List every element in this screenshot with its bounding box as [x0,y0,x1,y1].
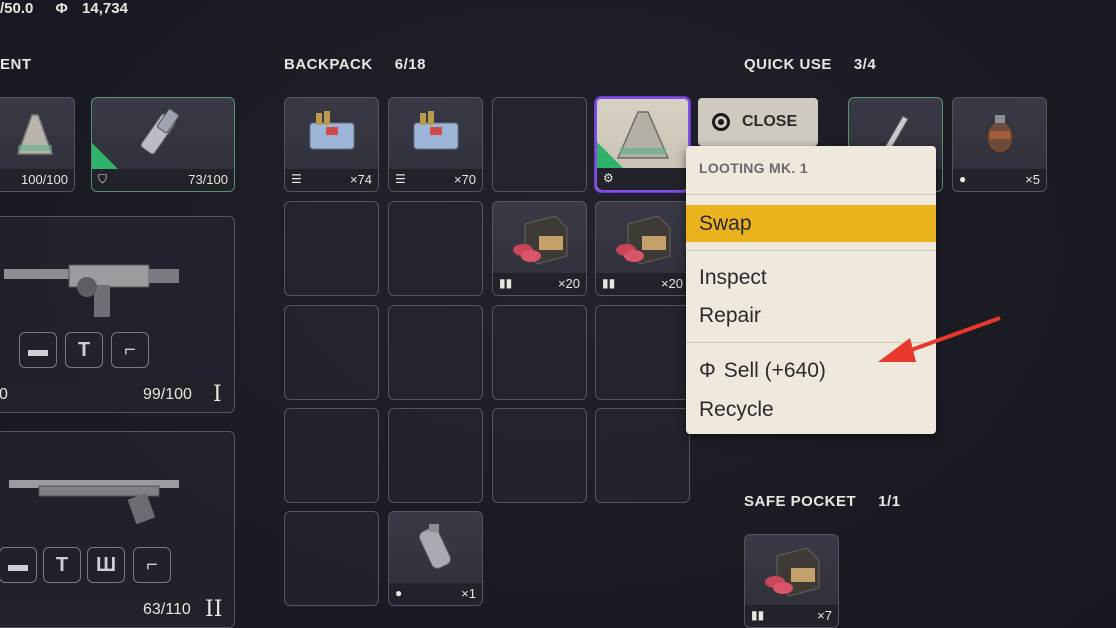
backpack-slot-empty[interactable] [492,97,587,192]
backpack-header: BACKPACK 6/18 [284,56,426,73]
ammo-icon: ▮▮ [751,608,765,622]
currency-icon: Φ [699,359,716,382]
backpack-slot-empty[interactable] [595,408,690,503]
stock-mod-slot-2[interactable]: ⌐ [133,547,171,583]
backpack-slot[interactable]: ☰ ×70 [388,97,483,192]
quick-item-qty: ×5 [1025,172,1040,187]
muzzle-mod-slot[interactable]: ▬ [19,332,57,368]
ammo-pack-icon [389,98,482,169]
shield-durability: 73/100 [188,172,228,187]
backpack-slot-empty[interactable] [492,408,587,503]
grenade-icon: ● [395,586,403,600]
backpack-slot-empty[interactable] [284,511,379,606]
backpack-slot-empty[interactable] [595,305,690,400]
weapon-slot-2[interactable]: ▬ T Ш ⌐ 63/110 II [0,431,235,628]
stock-mod-slot[interactable]: ⌐ [111,332,149,368]
shells-box-icon [596,202,689,273]
magazine-mod-slot-2[interactable]: Ш [87,547,125,583]
rifle-icon [4,264,179,317]
arrow-icon [878,316,1001,362]
weapon1-durability: 99/100 [143,386,192,403]
context-menu: LOOTING MK. 1 Swap Inspect Repair Φ Sell … [686,146,936,434]
backpack-slot[interactable]: ▮▮ ×20 [492,201,587,296]
augment-icon [0,98,74,169]
backpack-slot-empty[interactable] [284,201,379,296]
item-qty: ×20 [660,276,683,291]
grenade-item-icon [953,98,1046,169]
grenade-item-icon [389,512,482,583]
currency-text: 14,734 [82,0,128,17]
backpack-slot[interactable]: ▮▮ ×20 [595,201,690,296]
quick-use-slot[interactable]: ● ×5 [952,97,1047,192]
menu-recycle[interactable]: Recycle [699,398,774,422]
safe-pocket-header: SAFE POCKET 1/1 [744,493,901,510]
item-qty: ×20 [557,276,580,291]
backpack-title: BACKPACK [284,56,373,73]
underbarrel-mod-slot[interactable]: T [65,332,103,368]
safe-pocket-slot[interactable]: ▮▮ ×7 [744,534,839,628]
muzzle-mod-slot-2[interactable]: ▬ [0,547,37,583]
backpack-slot-empty[interactable] [284,408,379,503]
shells-box-icon [493,202,586,273]
backpack-slot-selected[interactable]: ⚙ [595,97,690,192]
menu-sell[interactable]: Φ Sell (+640) [699,359,826,383]
augment-durability: 100/100 [21,172,68,187]
weapon1-slot-numeral: I [213,382,222,407]
weapon1-left-value: 0 [0,386,8,403]
augment-slot[interactable]: 100/100 [0,97,75,192]
backpack-slot-empty[interactable] [388,305,483,400]
weapon-slot-1[interactable]: ▬ T ⌐ 0 99/100 I [0,216,235,413]
list-icon: ☰ [291,172,302,186]
shield-icon: ⛉ [98,172,108,186]
backpack-slot-empty[interactable] [284,305,379,400]
item-qty: ×70 [453,172,476,187]
backpack-slot-empty[interactable] [492,305,587,400]
item-qty: ×74 [349,172,372,187]
menu-sell-label: Sell (+640) [723,359,826,382]
backpack-count: 6/18 [394,56,426,73]
backpack-slot-empty[interactable] [388,201,483,296]
item-qty: ×1 [461,586,476,601]
ammo-pack-icon [285,98,378,169]
grenade-icon: ● [959,172,967,186]
menu-swap[interactable]: Swap [686,205,936,242]
safe-pocket-qty: ×7 [817,608,832,623]
quick-use-header: QUICK USE 3/4 [744,56,876,73]
close-icon [712,113,730,131]
shotgun-icon [9,480,179,525]
ammo-icon: ▮▮ [602,276,616,290]
safe-pocket-count: 1/1 [878,493,901,510]
menu-inspect[interactable]: Inspect [699,266,767,290]
equipment-header: ENT [0,56,32,73]
weapon2-slot-numeral: II [205,597,223,622]
weapon2-durability: 63/110 [143,601,191,618]
menu-divider [686,250,936,251]
backpack-slot[interactable]: ☰ ×74 [284,97,379,192]
backpack-slot-empty[interactable] [388,408,483,503]
menu-title: LOOTING MK. 1 [699,160,808,176]
safe-pocket-title: SAFE POCKET [744,493,857,510]
underbarrel-mod-slot-2[interactable]: T [43,547,81,583]
ammo-icon: ▮▮ [499,276,513,290]
quick-use-count: 3/4 [853,56,877,73]
augment-small-icon: ⚙ [603,171,614,185]
shells-box-icon [745,535,838,605]
weight-text: /50.0 [0,0,34,17]
close-button[interactable]: CLOSE [698,98,818,146]
backpack-slot[interactable]: ● ×1 [388,511,483,606]
close-label: CLOSE [742,113,798,130]
menu-repair[interactable]: Repair [699,304,761,328]
quick-use-title: QUICK USE [744,56,832,73]
top-status: /50.0 Φ 14,734 [0,0,138,17]
currency-icon: Φ [55,0,68,17]
menu-divider [686,194,936,195]
shield-slot[interactable]: ⛉ 73/100 [91,97,235,192]
list-icon: ☰ [395,172,406,186]
